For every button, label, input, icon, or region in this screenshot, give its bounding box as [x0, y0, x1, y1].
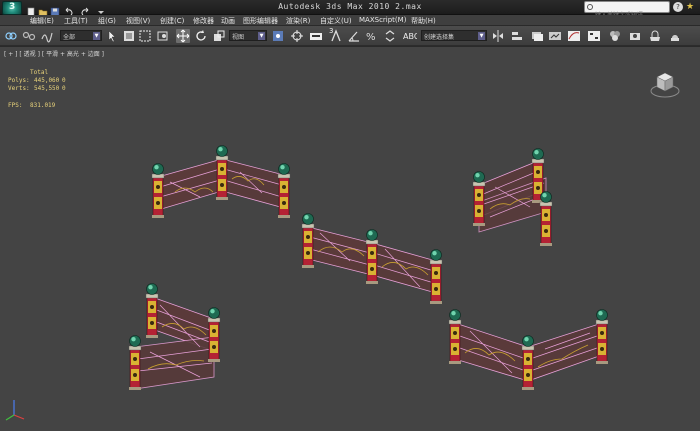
search-icon [587, 4, 593, 10]
render-production-icon[interactable] [668, 29, 682, 43]
stats-total-label: Total [30, 69, 49, 76]
reference-coordinate-value: 视图 [232, 34, 245, 41]
edit-named-selection-icon[interactable]: ABC [403, 29, 417, 43]
stats-verts-label: Verts: [8, 85, 30, 92]
layer-manager-icon[interactable] [530, 29, 544, 43]
selection-filter-value: 全部 [63, 34, 76, 41]
stats-verts-selected: 0 [62, 85, 66, 92]
railing-group-5[interactable] [448, 309, 609, 391]
menu-graph-editors[interactable]: 图形编辑器 [243, 16, 278, 26]
chevron-down-icon: ▼ [258, 32, 265, 40]
material-editor-icon[interactable] [608, 29, 622, 43]
railing-group-2[interactable] [472, 148, 553, 247]
menu-modifiers[interactable]: 修改器 [193, 16, 214, 26]
schematic-view-icon[interactable] [587, 29, 601, 43]
viewcube-icon[interactable] [648, 67, 682, 101]
chevron-down-icon: ▼ [93, 32, 100, 40]
menu-customize[interactable]: 自定义(U) [320, 16, 352, 26]
menu-create[interactable]: 创建(C) [160, 16, 184, 26]
railing-group-1[interactable] [151, 145, 291, 219]
railing-group-4[interactable] [128, 283, 221, 391]
keyboard-shortcut-toggle-icon[interactable] [309, 29, 323, 43]
bind-space-warp-icon[interactable] [40, 29, 54, 43]
chevron-down-icon: ▼ [478, 32, 485, 40]
align-icon[interactable] [510, 29, 524, 43]
main-toolbar: 全部 ▼ 视图 ▼ 3 % ABC 创建选择集 ▼ [0, 26, 700, 46]
scene-canvas[interactable] [0, 47, 700, 431]
select-and-manipulate-icon[interactable] [290, 29, 304, 43]
perspective-viewport[interactable]: [ + ] [ 透视 ] [ 平滑 + 高光 + 边面 ] Total Poly… [0, 46, 700, 431]
help-icon[interactable]: ? [673, 2, 683, 12]
menu-tools[interactable]: 工具(T) [64, 16, 88, 26]
selection-filter-dropdown[interactable]: 全部 ▼ [60, 30, 102, 41]
stats-fps-label: FPS: [8, 102, 23, 109]
axis-tripod-icon [5, 400, 25, 421]
named-selection-dropdown[interactable]: 创建选择集 ▼ [421, 30, 487, 41]
render-setup-icon[interactable] [628, 29, 642, 43]
angle-snap-icon[interactable] [347, 29, 361, 43]
menu-group[interactable]: 组(G) [98, 16, 116, 26]
named-selection-value: 创建选择集 [424, 34, 455, 41]
viewport-label-menu[interactable]: [ + ] [ 透视 ] [ 平滑 + 高光 + 边面 ] [4, 49, 104, 58]
percent-snap-icon[interactable]: % [365, 29, 379, 43]
railing-group-3[interactable] [301, 213, 443, 305]
favorites-star-icon[interactable]: ★ [686, 2, 696, 12]
select-and-link-icon[interactable] [4, 29, 18, 43]
graphite-toolbar-icon[interactable] [548, 29, 562, 43]
snap-dimension-label: 3 [329, 27, 334, 35]
svg-text:ABC: ABC [403, 32, 417, 41]
rendered-frame-window-icon[interactable] [648, 29, 662, 43]
stats-polys-value: 445,060 [34, 77, 60, 84]
app-window: 3 Autodesk 3ds Max 2010 2.max ? ★ 编辑(E) … [0, 0, 700, 431]
menu-bar: 编辑(E) 工具(T) 组(G) 视图(V) 创建(C) 修改器 动画 图形编辑… [0, 15, 700, 26]
menu-views[interactable]: 视图(V) [126, 16, 150, 26]
title-bar: 3 Autodesk 3ds Max 2010 2.max ? ★ [0, 0, 700, 21]
window-crossing-icon[interactable] [156, 29, 170, 43]
select-by-name-icon[interactable] [122, 29, 136, 43]
search-field[interactable] [584, 1, 670, 21]
stats-polys-selected: 0 [62, 77, 66, 84]
stats-verts-value: 545,550 [34, 85, 60, 92]
reference-coordinate-dropdown[interactable]: 视图 ▼ [229, 30, 267, 41]
rectangular-selection-icon[interactable] [138, 29, 152, 43]
select-and-scale-icon[interactable] [212, 29, 226, 43]
unlink-icon[interactable] [22, 29, 36, 43]
menu-help[interactable]: 帮助(H) [411, 16, 436, 26]
mirror-icon[interactable] [491, 29, 505, 43]
menu-edit[interactable]: 编辑(E) [30, 16, 54, 26]
select-and-rotate-icon[interactable] [194, 29, 208, 43]
snaps-toggle-icon[interactable]: 3 [329, 27, 343, 43]
menu-maxscript[interactable]: MAXScript(M) [359, 16, 406, 24]
pivot-center-icon[interactable] [271, 29, 285, 43]
menu-rendering[interactable]: 渲染(R) [286, 16, 310, 26]
stats-fps-value: 831.019 [30, 102, 56, 109]
select-object-icon[interactable] [106, 29, 120, 43]
select-and-move-icon[interactable] [176, 29, 190, 43]
stats-polys-label: Polys: [8, 77, 30, 84]
spinner-snap-icon[interactable] [383, 29, 397, 43]
menu-animation[interactable]: 动画 [221, 16, 235, 26]
svg-text:%: % [366, 32, 376, 43]
curve-editor-icon[interactable] [567, 29, 581, 43]
